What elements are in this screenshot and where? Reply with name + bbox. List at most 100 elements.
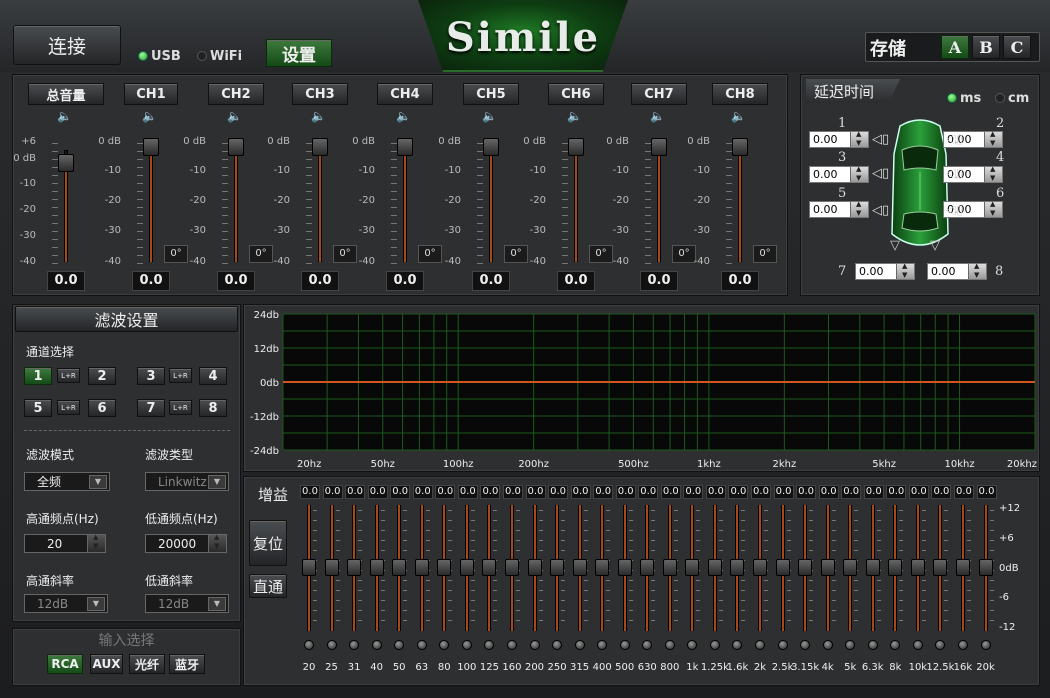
channel-button-8[interactable]: CH8 [712, 83, 768, 105]
fader-knob[interactable] [58, 154, 74, 172]
wifi-radio[interactable]: WiFi [197, 45, 242, 64]
geq-band-indicator[interactable] [461, 640, 472, 650]
usb-radio[interactable]: USB [138, 45, 181, 64]
geq-slider-knob[interactable] [550, 559, 565, 576]
speaker-mute-icon[interactable]: 🔈 [731, 109, 746, 123]
geq-band-indicator[interactable] [709, 640, 720, 650]
lp-slope-select[interactable]: 12dB ▼ [145, 594, 229, 613]
link-lr-button[interactable]: L+R [169, 368, 192, 383]
speaker-mute-icon[interactable]: 🔈 [482, 109, 497, 123]
geq-slider-knob[interactable] [843, 559, 858, 576]
delay-spinner-3[interactable]: 0.00 [809, 165, 869, 183]
preset-b-button[interactable]: B [972, 35, 1000, 59]
spin-arrows-icon[interactable] [984, 165, 1002, 182]
speaker-mute-icon[interactable]: 🔈 [567, 109, 582, 123]
geq-slider-knob[interactable] [820, 559, 835, 576]
geq-slider-knob[interactable] [617, 559, 632, 576]
filter-channel-6-button[interactable]: 6 [88, 399, 116, 417]
geq-band-indicator[interactable] [304, 640, 314, 650]
geq-slider-knob[interactable] [392, 559, 407, 576]
filter-channel-2-button[interactable]: 2 [88, 367, 116, 385]
geq-slider-knob[interactable] [527, 559, 542, 576]
geq-slider-knob[interactable] [504, 559, 519, 576]
lp-freq-spinner[interactable]: 20000 [145, 533, 227, 553]
bypass-button[interactable]: 直通 [249, 574, 287, 598]
speaker-mute-icon[interactable]: 🔈 [396, 109, 411, 123]
spin-arrows-icon[interactable] [850, 200, 868, 217]
master-volume-button[interactable]: 总音量 [28, 83, 104, 105]
geq-slider-knob[interactable] [414, 559, 429, 576]
geq-slider-knob[interactable] [753, 559, 767, 576]
fader-knob[interactable] [483, 138, 499, 156]
geq-slider-knob[interactable] [482, 559, 497, 576]
geq-band-indicator[interactable] [777, 640, 788, 650]
fader-knob[interactable] [143, 138, 159, 156]
delay-spinner-8[interactable]: 0.00 [927, 262, 987, 280]
delay-spinner-7[interactable]: 0.00 [855, 262, 915, 280]
spin-arrows-icon[interactable] [896, 262, 914, 279]
geq-band-indicator[interactable] [755, 640, 765, 650]
input-1-button[interactable]: AUX [90, 654, 123, 674]
geq-slider-knob[interactable] [347, 559, 362, 576]
geq-slider-knob[interactable] [933, 559, 948, 576]
spin-arrows-icon[interactable] [850, 165, 868, 182]
geq-band-indicator[interactable] [371, 640, 382, 650]
ms-radio[interactable]: ms [947, 87, 981, 106]
input-0-button[interactable]: RCA [47, 654, 83, 674]
filter-mode-select[interactable]: 全频 ▼ [24, 472, 110, 491]
preset-c-button[interactable]: C [1003, 35, 1031, 59]
channel-button-2[interactable]: CH2 [208, 83, 264, 105]
geq-band-indicator[interactable] [980, 640, 991, 650]
channel-button-6[interactable]: CH6 [548, 83, 604, 105]
geq-slider-knob[interactable] [662, 559, 677, 576]
input-2-button[interactable]: 光纤 [129, 654, 165, 674]
geq-slider-knob[interactable] [707, 559, 722, 576]
geq-slider-knob[interactable] [978, 559, 993, 576]
fader-knob[interactable] [312, 138, 328, 156]
reset-button[interactable]: 复位 [249, 520, 287, 566]
geq-band-indicator[interactable] [574, 640, 585, 650]
filter-channel-4-button[interactable]: 4 [199, 367, 227, 385]
hp-freq-spinner[interactable]: 20 [24, 533, 106, 553]
geq-band-indicator[interactable] [664, 640, 675, 650]
phase-toggle[interactable]: 0° [753, 245, 777, 263]
delay-spinner-5[interactable]: 0.00 [809, 200, 869, 218]
geq-band-indicator[interactable] [957, 640, 968, 650]
spin-arrows-icon[interactable] [984, 130, 1002, 147]
geq-slider-knob[interactable] [865, 559, 880, 576]
channel-button-5[interactable]: CH5 [463, 83, 519, 105]
filter-channel-3-button[interactable]: 3 [137, 367, 165, 385]
channel-button-3[interactable]: CH3 [292, 83, 348, 105]
channel-button-4[interactable]: CH4 [377, 83, 433, 105]
geq-slider-knob[interactable] [955, 559, 970, 576]
channel-button-1[interactable]: CH1 [124, 83, 178, 105]
fader-knob[interactable] [651, 138, 667, 156]
link-lr-button[interactable]: L+R [57, 368, 80, 383]
save-button[interactable]: 存储 [870, 35, 906, 61]
geq-slider-knob[interactable] [437, 559, 452, 576]
geq-slider-knob[interactable] [595, 559, 610, 576]
geq-slider-knob[interactable] [910, 559, 925, 576]
geq-slider-knob[interactable] [775, 559, 790, 576]
connect-button[interactable]: 连接 [13, 25, 121, 65]
channel-button-7[interactable]: CH7 [631, 83, 687, 105]
speaker-mute-icon[interactable]: 🔈 [227, 109, 242, 123]
geq-band-indicator[interactable] [506, 640, 517, 650]
geq-slider-knob[interactable] [572, 559, 587, 576]
hp-slope-select[interactable]: 12dB ▼ [24, 594, 108, 613]
geq-slider-knob[interactable] [730, 559, 745, 576]
preset-a-button[interactable]: A [941, 35, 969, 59]
geq-band-indicator[interactable] [867, 640, 878, 650]
filter-channel-5-button[interactable]: 5 [24, 399, 52, 417]
geq-band-indicator[interactable] [619, 640, 630, 650]
geq-slider-knob[interactable] [640, 559, 655, 576]
cm-radio[interactable]: cm [995, 87, 1029, 106]
geq-slider-knob[interactable] [302, 559, 316, 576]
fader-knob[interactable] [732, 138, 748, 156]
fader-knob[interactable] [568, 138, 584, 156]
geq-band-indicator[interactable] [416, 640, 427, 650]
geq-band-indicator[interactable] [326, 640, 337, 650]
spin-arrows-icon[interactable] [850, 130, 868, 147]
fader-knob[interactable] [228, 138, 244, 156]
filter-channel-8-button[interactable]: 8 [199, 399, 227, 417]
